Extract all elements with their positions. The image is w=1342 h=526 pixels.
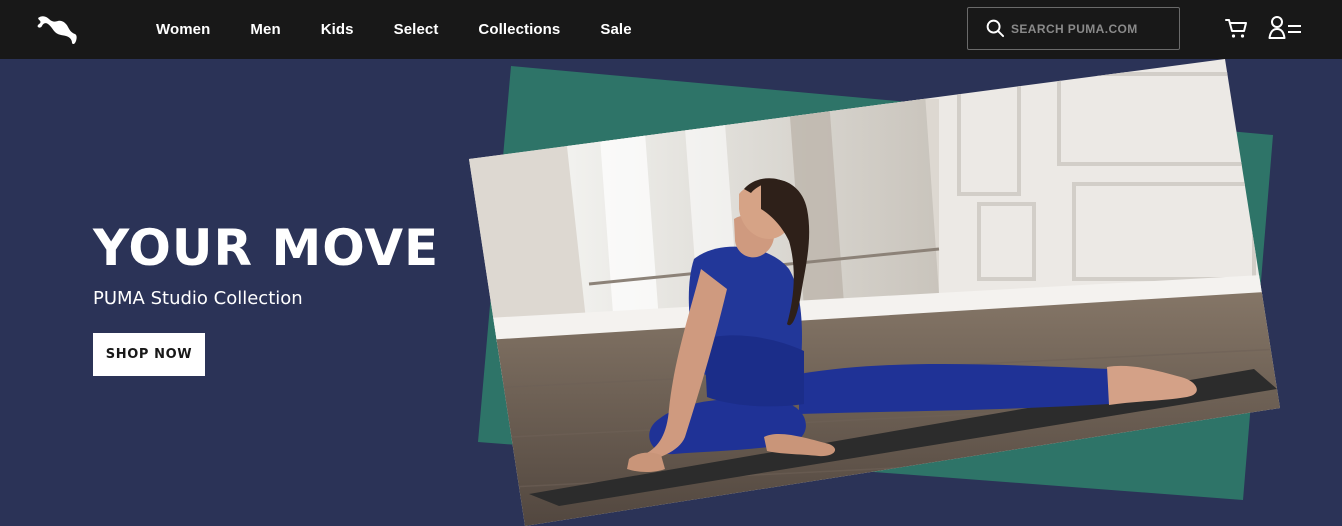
nav-item-men[interactable]: Men [250,21,280,38]
nav-item-sale[interactable]: Sale [600,21,631,38]
search-box[interactable] [967,7,1180,50]
hero-banner: YOUR MOVE PUMA Studio Collection SHOP NO… [0,59,1342,526]
search-input[interactable] [1011,8,1179,49]
shop-now-button[interactable]: SHOP NOW [93,333,205,376]
hero-subtitle: PUMA Studio Collection [93,288,303,309]
account-menu-icon[interactable] [1268,15,1304,41]
cart-icon[interactable] [1225,16,1249,40]
yoga-photo[interactable] [469,59,1281,526]
nav-item-kids[interactable]: Kids [321,21,354,38]
main-nav: Women Men Kids Select Collections Sale [156,0,632,59]
puma-logo-icon[interactable] [36,12,78,46]
nav-item-women[interactable]: Women [156,21,210,38]
site-header: Women Men Kids Select Collections Sale [0,0,1342,59]
nav-item-select[interactable]: Select [394,21,439,38]
search-icon[interactable] [986,19,1005,38]
hero-title: YOUR MOVE [93,219,440,277]
nav-item-collections[interactable]: Collections [478,21,560,38]
